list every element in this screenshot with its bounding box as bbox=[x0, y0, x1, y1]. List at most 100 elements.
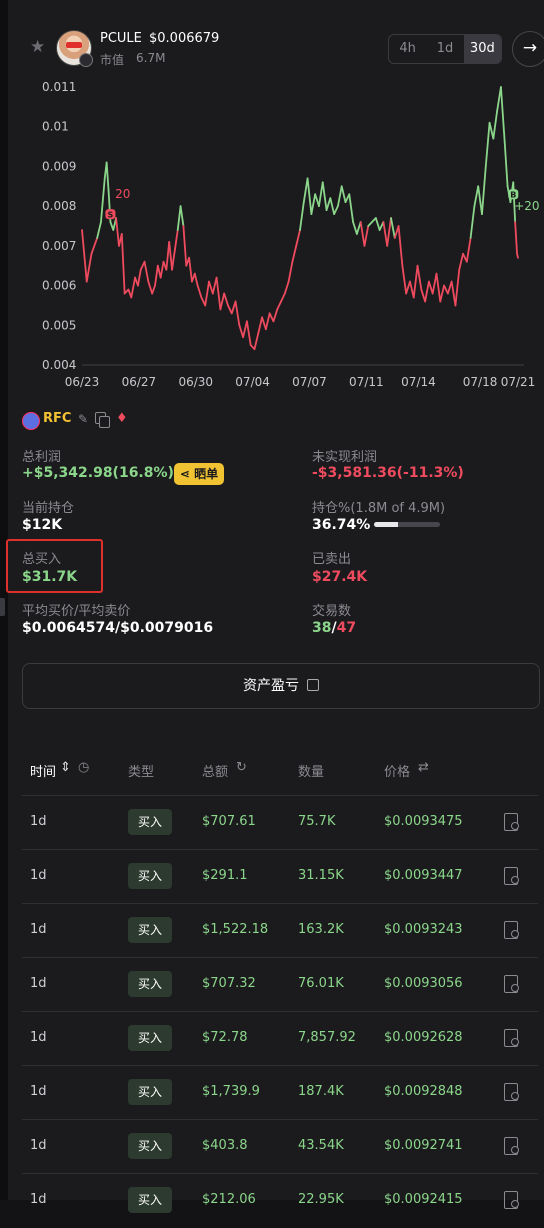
timeframe-selector: 4h 1d 30d bbox=[388, 34, 502, 64]
col-qty-header: 数量 bbox=[298, 765, 325, 780]
row-time: 1d bbox=[30, 922, 47, 937]
unrealized-profit-value: -$3,581.36(-11.3%) bbox=[312, 465, 464, 481]
row-time: 1d bbox=[30, 1084, 47, 1099]
tx-search-icon[interactable] bbox=[504, 975, 519, 993]
market-cap-label: 市值 bbox=[100, 53, 125, 67]
col-time-header[interactable]: 时间 bbox=[30, 761, 56, 780]
swap-icon[interactable]: ⇄ bbox=[418, 760, 429, 775]
share-label: 晒单 bbox=[194, 467, 219, 481]
sort-icon[interactable]: ⇕ bbox=[60, 760, 71, 775]
holding-progress-fill bbox=[374, 522, 399, 527]
token-name: PCULE bbox=[100, 31, 142, 46]
row-time: 1d bbox=[30, 1192, 47, 1207]
share-button[interactable]: ⋖ 晒单 bbox=[174, 463, 224, 485]
avg-price-label: 平均买价/平均卖价 bbox=[22, 604, 131, 619]
row-quantity: 75.7K bbox=[298, 814, 336, 829]
timeframe-30d[interactable]: 30d bbox=[463, 35, 501, 63]
col-price-header: 价格 bbox=[384, 765, 411, 780]
wallet-name: RFC bbox=[43, 411, 72, 426]
trades-label: 交易数 bbox=[312, 604, 352, 619]
holding-percent-value: 36.74% bbox=[312, 517, 371, 533]
row-quantity: 22.95K bbox=[298, 1192, 344, 1207]
row-time: 1d bbox=[30, 1138, 47, 1153]
row-amount: $707.61 bbox=[202, 814, 256, 829]
table-row[interactable]: 1d 买入 $212.06 22.95K $0.0092415 bbox=[22, 1173, 538, 1228]
diamond-icon: ♦ bbox=[116, 411, 128, 426]
table-row[interactable]: 1d 买入 $707.61 75.7K $0.0093475 bbox=[22, 795, 538, 850]
total-profit-label: 总利润 bbox=[22, 450, 62, 465]
scan-icon bbox=[307, 679, 319, 691]
share-icon: ⋖ bbox=[179, 467, 190, 481]
favorite-star-icon[interactable]: ★ bbox=[30, 38, 48, 56]
token-price: $0.006679 bbox=[149, 31, 220, 46]
tx-search-icon[interactable] bbox=[504, 867, 519, 885]
avg-price-value: $0.0064574/$0.0079016 bbox=[22, 620, 214, 636]
row-type-badge: 买入 bbox=[128, 1025, 172, 1051]
trades-sell-count: 47 bbox=[336, 620, 357, 636]
sold-label: 已卖出 bbox=[312, 552, 352, 567]
row-price: $0.0092628 bbox=[384, 1030, 463, 1045]
row-amount: $403.8 bbox=[202, 1138, 248, 1153]
table-row[interactable]: 1d 买入 $1,739.9 187.4K $0.0092848 bbox=[22, 1065, 538, 1120]
total-buy-label: 总买入 bbox=[22, 552, 62, 567]
row-amount: $212.06 bbox=[202, 1192, 256, 1207]
timeframe-4h[interactable]: 4h bbox=[389, 35, 426, 63]
row-type-badge: 买入 bbox=[128, 809, 172, 835]
tx-search-icon[interactable] bbox=[504, 1191, 519, 1209]
row-time: 1d bbox=[30, 1030, 47, 1045]
tx-search-icon[interactable] bbox=[504, 1083, 519, 1101]
row-amount: $291.1 bbox=[202, 868, 248, 883]
row-price: $0.0093243 bbox=[384, 922, 463, 937]
table-row[interactable]: 1d 买入 $72.78 7,857.92 $0.0092628 bbox=[22, 1011, 538, 1066]
arrow-right-icon[interactable]: → bbox=[512, 31, 544, 67]
wallet-avatar bbox=[22, 412, 40, 430]
row-quantity: 76.01K bbox=[298, 976, 344, 991]
trades-buy-count: 38 bbox=[312, 620, 332, 636]
token-avatar bbox=[56, 30, 93, 67]
holding-label: 当前持仓 bbox=[22, 501, 75, 516]
tx-search-icon[interactable] bbox=[504, 1029, 519, 1047]
refresh-icon[interactable]: ↻ bbox=[236, 760, 247, 775]
col-amount-header: 总额 bbox=[202, 765, 229, 780]
col-type-header: 类型 bbox=[128, 765, 155, 780]
row-amount: $72.78 bbox=[202, 1030, 248, 1045]
asset-pnl-label: 资产盈亏 bbox=[243, 678, 299, 694]
row-price: $0.0092848 bbox=[384, 1084, 463, 1099]
row-quantity: 43.54K bbox=[298, 1138, 344, 1153]
sold-value: $27.4K bbox=[312, 569, 368, 585]
row-price: $0.0093056 bbox=[384, 976, 463, 991]
tx-search-icon[interactable] bbox=[504, 1137, 519, 1155]
chain-badge-icon bbox=[79, 53, 93, 67]
unrealized-profit-label: 未实现利润 bbox=[312, 450, 378, 465]
table-row[interactable]: 1d 买入 $1,522.18 163.2K $0.0093243 bbox=[22, 903, 538, 958]
trades-value: 38/47 bbox=[312, 620, 356, 636]
row-type-badge: 买入 bbox=[128, 1187, 172, 1213]
holding-value: $12K bbox=[22, 517, 63, 533]
row-quantity: 163.2K bbox=[298, 922, 344, 937]
row-price: $0.0093475 bbox=[384, 814, 463, 829]
row-quantity: 31.15K bbox=[298, 868, 344, 883]
asset-pnl-button[interactable]: 资产盈亏 bbox=[22, 663, 540, 709]
tx-search-icon[interactable] bbox=[504, 921, 519, 939]
row-amount: $1,739.9 bbox=[202, 1084, 260, 1099]
row-time: 1d bbox=[30, 868, 47, 883]
market-cap-value: 6.7M bbox=[136, 51, 166, 65]
edit-icon[interactable]: ✎ bbox=[78, 412, 88, 426]
table-row[interactable]: 1d 买入 $707.32 76.01K $0.0093056 bbox=[22, 957, 538, 1012]
row-quantity: 7,857.92 bbox=[298, 1030, 356, 1045]
scroll-marker bbox=[0, 598, 5, 616]
row-amount: $707.32 bbox=[202, 976, 256, 991]
left-edge-strip bbox=[0, 0, 8, 1200]
table-row[interactable]: 1d 买入 $291.1 31.15K $0.0093447 bbox=[22, 849, 538, 904]
row-time: 1d bbox=[30, 814, 47, 829]
tx-search-icon[interactable] bbox=[504, 813, 519, 831]
holding-percent-label: 持仓%(1.8M of 4.9M) bbox=[312, 501, 446, 516]
row-type-badge: 买入 bbox=[128, 1079, 172, 1105]
copy-icon[interactable] bbox=[95, 412, 110, 428]
row-price: $0.0092741 bbox=[384, 1138, 463, 1153]
total-profit-value: +$5,342.98(16.8%) bbox=[22, 465, 174, 481]
row-time: 1d bbox=[30, 976, 47, 991]
clock-icon[interactable]: ◷ bbox=[78, 760, 89, 775]
table-row[interactable]: 1d 买入 $403.8 43.54K $0.0092741 bbox=[22, 1119, 538, 1174]
timeframe-1d[interactable]: 1d bbox=[426, 35, 463, 63]
